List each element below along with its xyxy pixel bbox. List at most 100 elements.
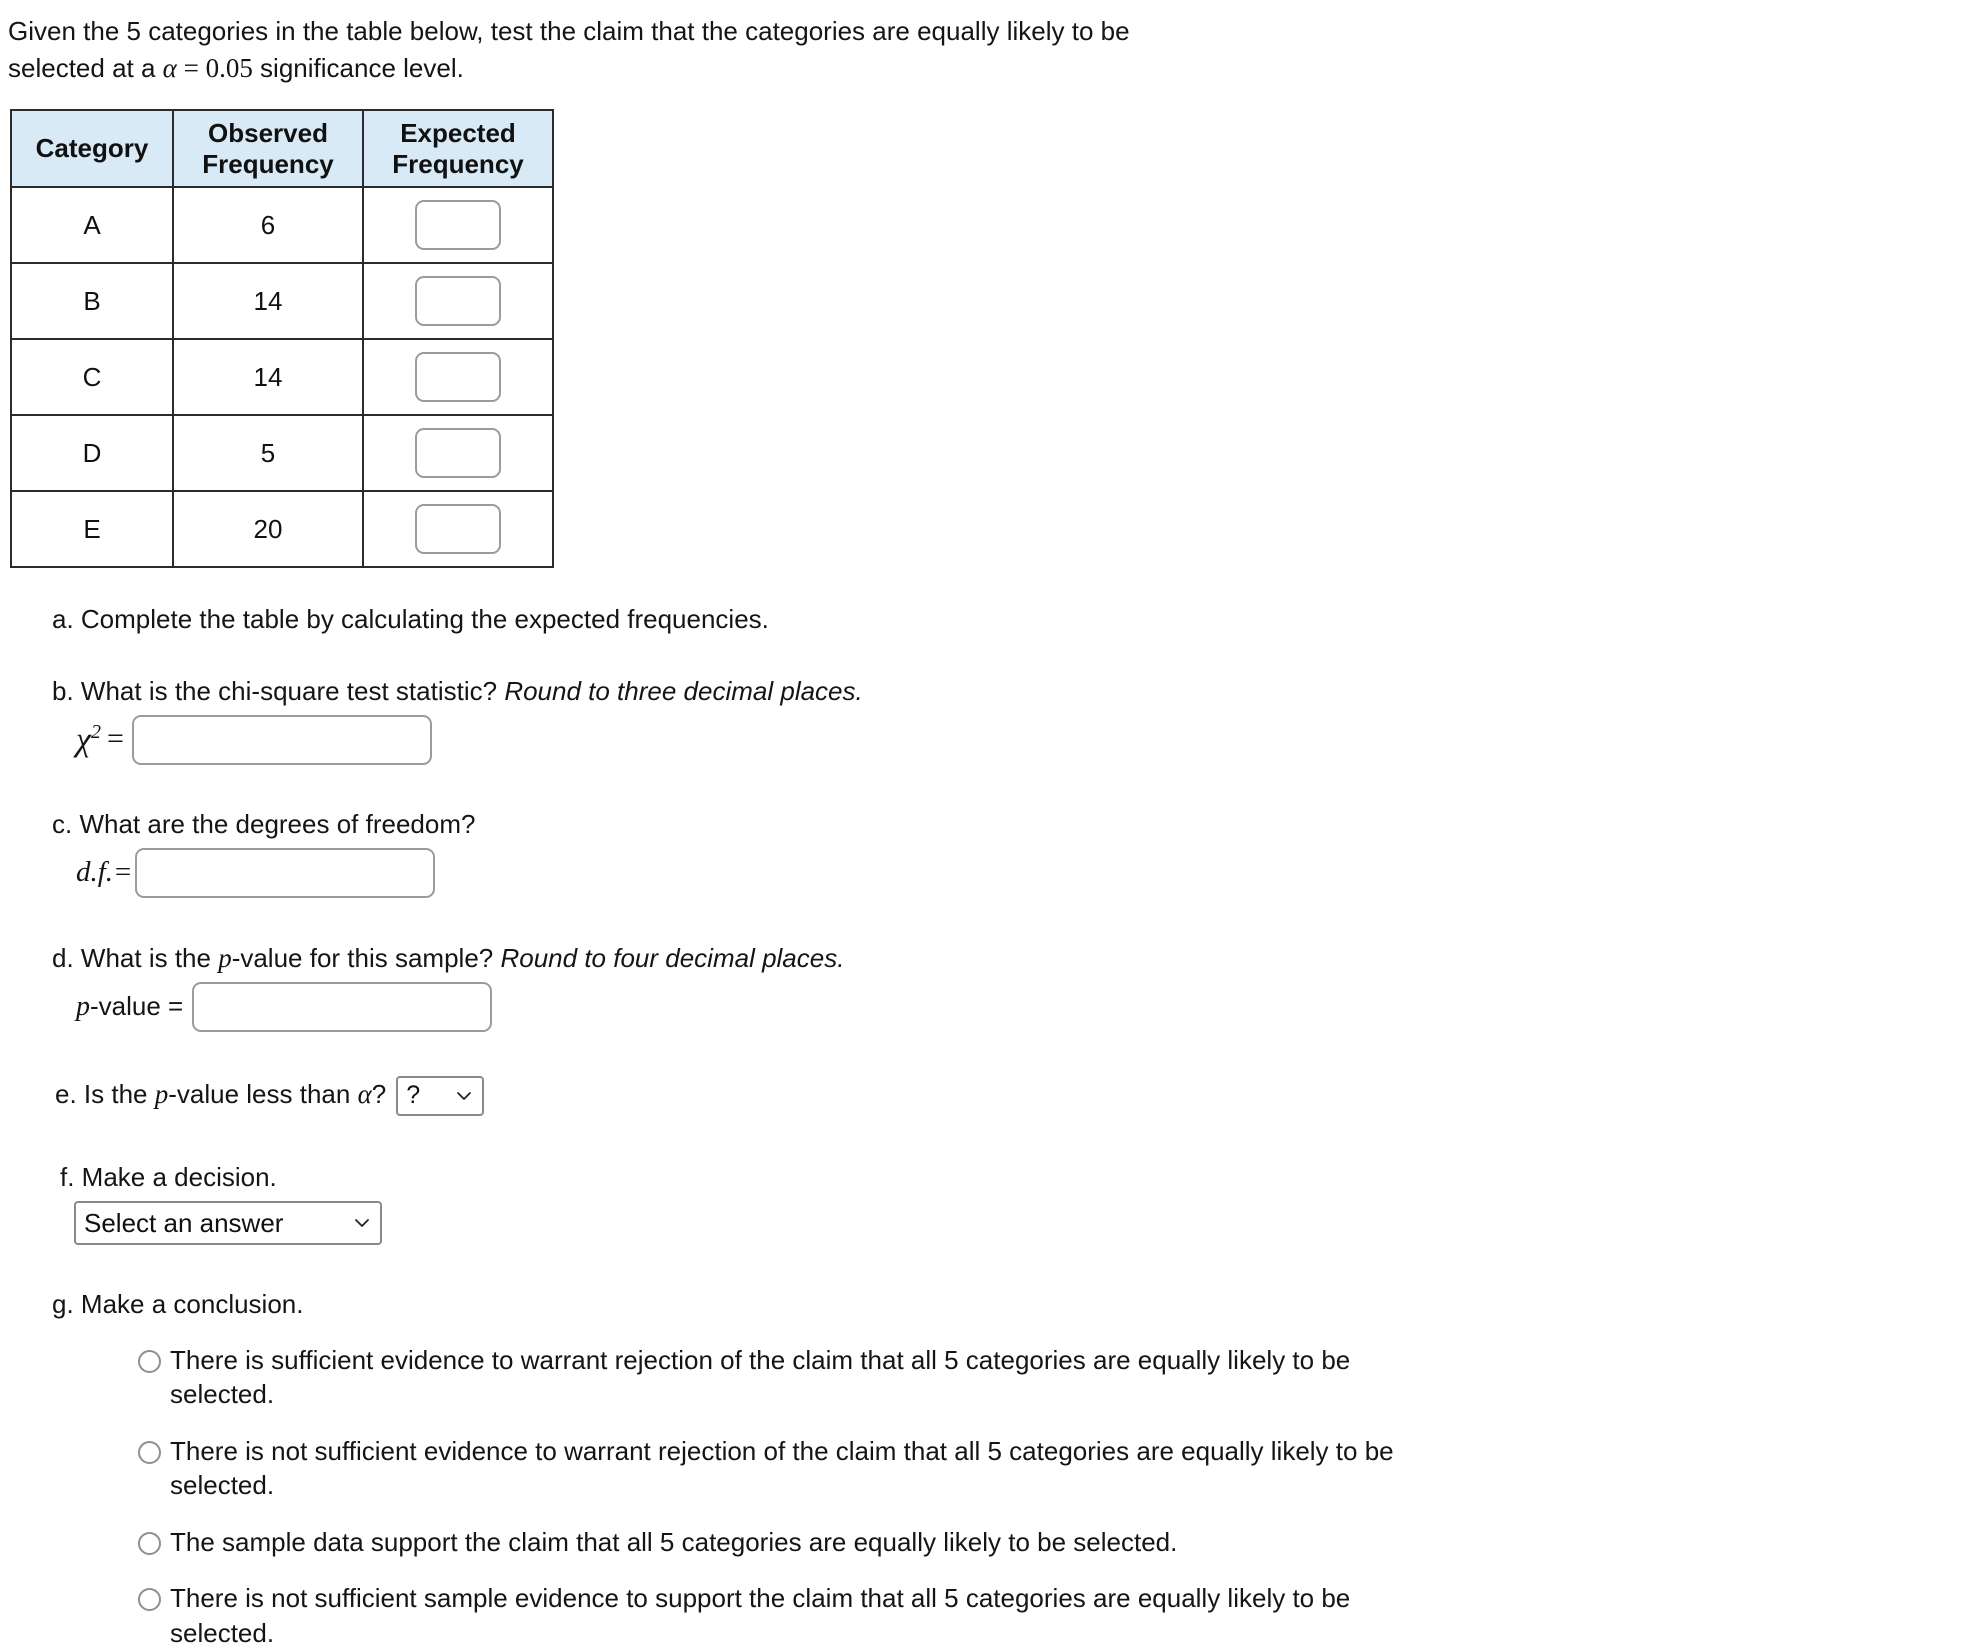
alpha-value: 0.05 xyxy=(205,52,253,83)
p-less-than-alpha-select[interactable]: ? xyxy=(396,1076,485,1117)
prompt-line-2-post: significance level. xyxy=(252,52,464,83)
question-g-label: g. Make a conclusion. xyxy=(52,1289,304,1320)
question-e-alpha-symbol: α xyxy=(357,1079,372,1110)
header-category: Category xyxy=(10,109,174,189)
question-f-answer-row: Select an answer xyxy=(74,1201,1982,1246)
cell-category: E xyxy=(10,490,174,569)
question-prompt: Given the 5 categories in the table belo… xyxy=(8,14,1348,87)
decision-select[interactable]: Select an answer xyxy=(74,1201,382,1246)
question-c-answer-row: d.f.= xyxy=(76,847,1982,898)
prompt-line-2-pre: selected at a xyxy=(8,52,163,83)
expected-frequency-input-e[interactable] xyxy=(415,504,501,555)
question-d-label-pre: d. What is the xyxy=(52,942,219,973)
degrees-of-freedom-label: d.f.= xyxy=(76,856,133,889)
question-d-answer-row: p-value = xyxy=(76,982,1982,1033)
question-d-label-post: -value for this sample? xyxy=(231,942,494,973)
header-observed-line1: Observed xyxy=(208,118,328,149)
table-row: E 20 xyxy=(10,490,554,569)
cell-category: A xyxy=(10,186,174,265)
question-c-label: c. What are the degrees of freedom? xyxy=(52,808,476,839)
degrees-of-freedom-input[interactable] xyxy=(134,847,435,898)
question-c: c. What are the degrees of freedom? d.f.… xyxy=(52,807,1982,898)
header-observed-frequency: Observed Frequency xyxy=(172,109,364,189)
cell-expected xyxy=(362,186,554,265)
list-item[interactable]: The sample data support the claim that a… xyxy=(138,1525,1982,1560)
p-value-label: p-value = xyxy=(76,988,183,1026)
question-e-label-pre: e. Is the xyxy=(55,1079,155,1110)
question-e-label-post: ? xyxy=(371,1079,387,1110)
frequency-table-wrapper: Category Observed Frequency Expected Fre… xyxy=(10,109,1982,569)
cell-expected xyxy=(362,490,554,569)
cell-observed: 6 xyxy=(172,186,364,265)
cell-category: B xyxy=(10,262,174,341)
list-item[interactable]: There is not sufficient sample evidence … xyxy=(138,1581,1982,1650)
decision-select-value: Select an answer xyxy=(84,1207,284,1238)
question-b-answer-row: χ2 = xyxy=(76,714,1982,765)
table-header-row: Category Observed Frequency Expected Fre… xyxy=(10,109,554,189)
chi-square-symbol: χ2 xyxy=(76,722,101,757)
p-value-label-rest: -value = xyxy=(90,991,184,1022)
p-less-than-alpha-select-value: ? xyxy=(406,1081,421,1110)
header-expected-frequency: Expected Frequency xyxy=(362,109,554,189)
expected-frequency-input-a[interactable] xyxy=(415,200,501,251)
list-item[interactable]: There is not sufficient evidence to warr… xyxy=(138,1434,1982,1503)
question-b-label: b. What is the chi-square test statistic… xyxy=(52,675,498,706)
p-value-p-symbol: p xyxy=(76,991,90,1023)
equals-sign: = xyxy=(176,52,206,83)
radio-button-icon[interactable] xyxy=(138,1531,161,1555)
cell-expected xyxy=(362,338,554,417)
conclusion-option-label: There is sufficient evidence to warrant … xyxy=(170,1344,1351,1410)
question-e-label-mid: -value less than xyxy=(168,1079,358,1110)
header-expected-line1: Expected xyxy=(400,118,516,149)
header-expected-line2: Frequency xyxy=(392,148,524,179)
cell-observed: 20 xyxy=(172,490,364,569)
question-f: f. Make a decision. Select an answer xyxy=(60,1160,1982,1246)
question-b: b. What is the chi-square test statistic… xyxy=(52,674,1982,765)
radio-button-icon[interactable] xyxy=(138,1588,161,1612)
cell-observed: 14 xyxy=(172,338,364,417)
radio-button-icon[interactable] xyxy=(138,1440,161,1464)
cell-expected xyxy=(362,262,554,341)
frequency-table: Category Observed Frequency Expected Fre… xyxy=(10,109,554,569)
question-e-p-symbol: p xyxy=(154,1079,169,1110)
expected-frequency-input-c[interactable] xyxy=(415,352,501,403)
conclusion-options-list: There is sufficient evidence to warrant … xyxy=(138,1343,1982,1651)
list-item[interactable]: There is sufficient evidence to warrant … xyxy=(138,1343,1982,1412)
table-row: A 6 xyxy=(10,186,554,265)
cell-category: D xyxy=(10,414,174,493)
question-d-note: Round to four decimal places. xyxy=(500,942,845,973)
radio-button-icon[interactable] xyxy=(138,1349,161,1373)
cell-category: C xyxy=(10,338,174,417)
chi-equals-sign: = xyxy=(106,722,124,756)
question-e: e. Is the p-value less than α?? xyxy=(55,1076,1982,1117)
p-value-input[interactable] xyxy=(192,982,493,1033)
chi-square-input[interactable] xyxy=(131,714,432,765)
chi-exponent: 2 xyxy=(90,720,101,743)
question-d-p-symbol: p xyxy=(218,942,232,973)
cell-observed: 5 xyxy=(172,414,364,493)
question-g: g. Make a conclusion. There is sufficien… xyxy=(52,1287,1982,1650)
worksheet-page: Given the 5 categories in the table belo… xyxy=(0,14,1982,1648)
cell-expected xyxy=(362,414,554,493)
header-observed-line2: Frequency xyxy=(202,148,334,179)
chevron-down-icon xyxy=(454,1086,474,1106)
table-row: C 14 xyxy=(10,338,554,417)
alpha-symbol: α xyxy=(162,52,177,83)
expected-frequency-input-b[interactable] xyxy=(415,276,501,327)
cell-observed: 14 xyxy=(172,262,364,341)
prompt-line-1: Given the 5 categories in the table belo… xyxy=(8,16,1130,46)
question-f-label: f. Make a decision. xyxy=(60,1162,277,1193)
table-row: D 5 xyxy=(10,414,554,493)
conclusion-option-label: There is not sufficient evidence to warr… xyxy=(170,1435,1394,1501)
chevron-down-icon xyxy=(352,1213,372,1233)
conclusion-option-label: There is not sufficient sample evidence … xyxy=(170,1583,1351,1648)
table-row: B 14 xyxy=(10,262,554,341)
questions-list: a. Complete the table by calculating the… xyxy=(0,602,1982,1650)
conclusion-option-label: The sample data support the claim that a… xyxy=(170,1526,1178,1557)
question-a-text: a. Complete the table by calculating the… xyxy=(52,604,769,635)
chi-glyph: χ xyxy=(76,721,91,759)
question-a: a. Complete the table by calculating the… xyxy=(52,602,1982,637)
question-d: d. What is the p-value for this sample? … xyxy=(52,940,1982,1033)
question-b-note: Round to three decimal places. xyxy=(504,675,863,706)
expected-frequency-input-d[interactable] xyxy=(415,428,501,479)
